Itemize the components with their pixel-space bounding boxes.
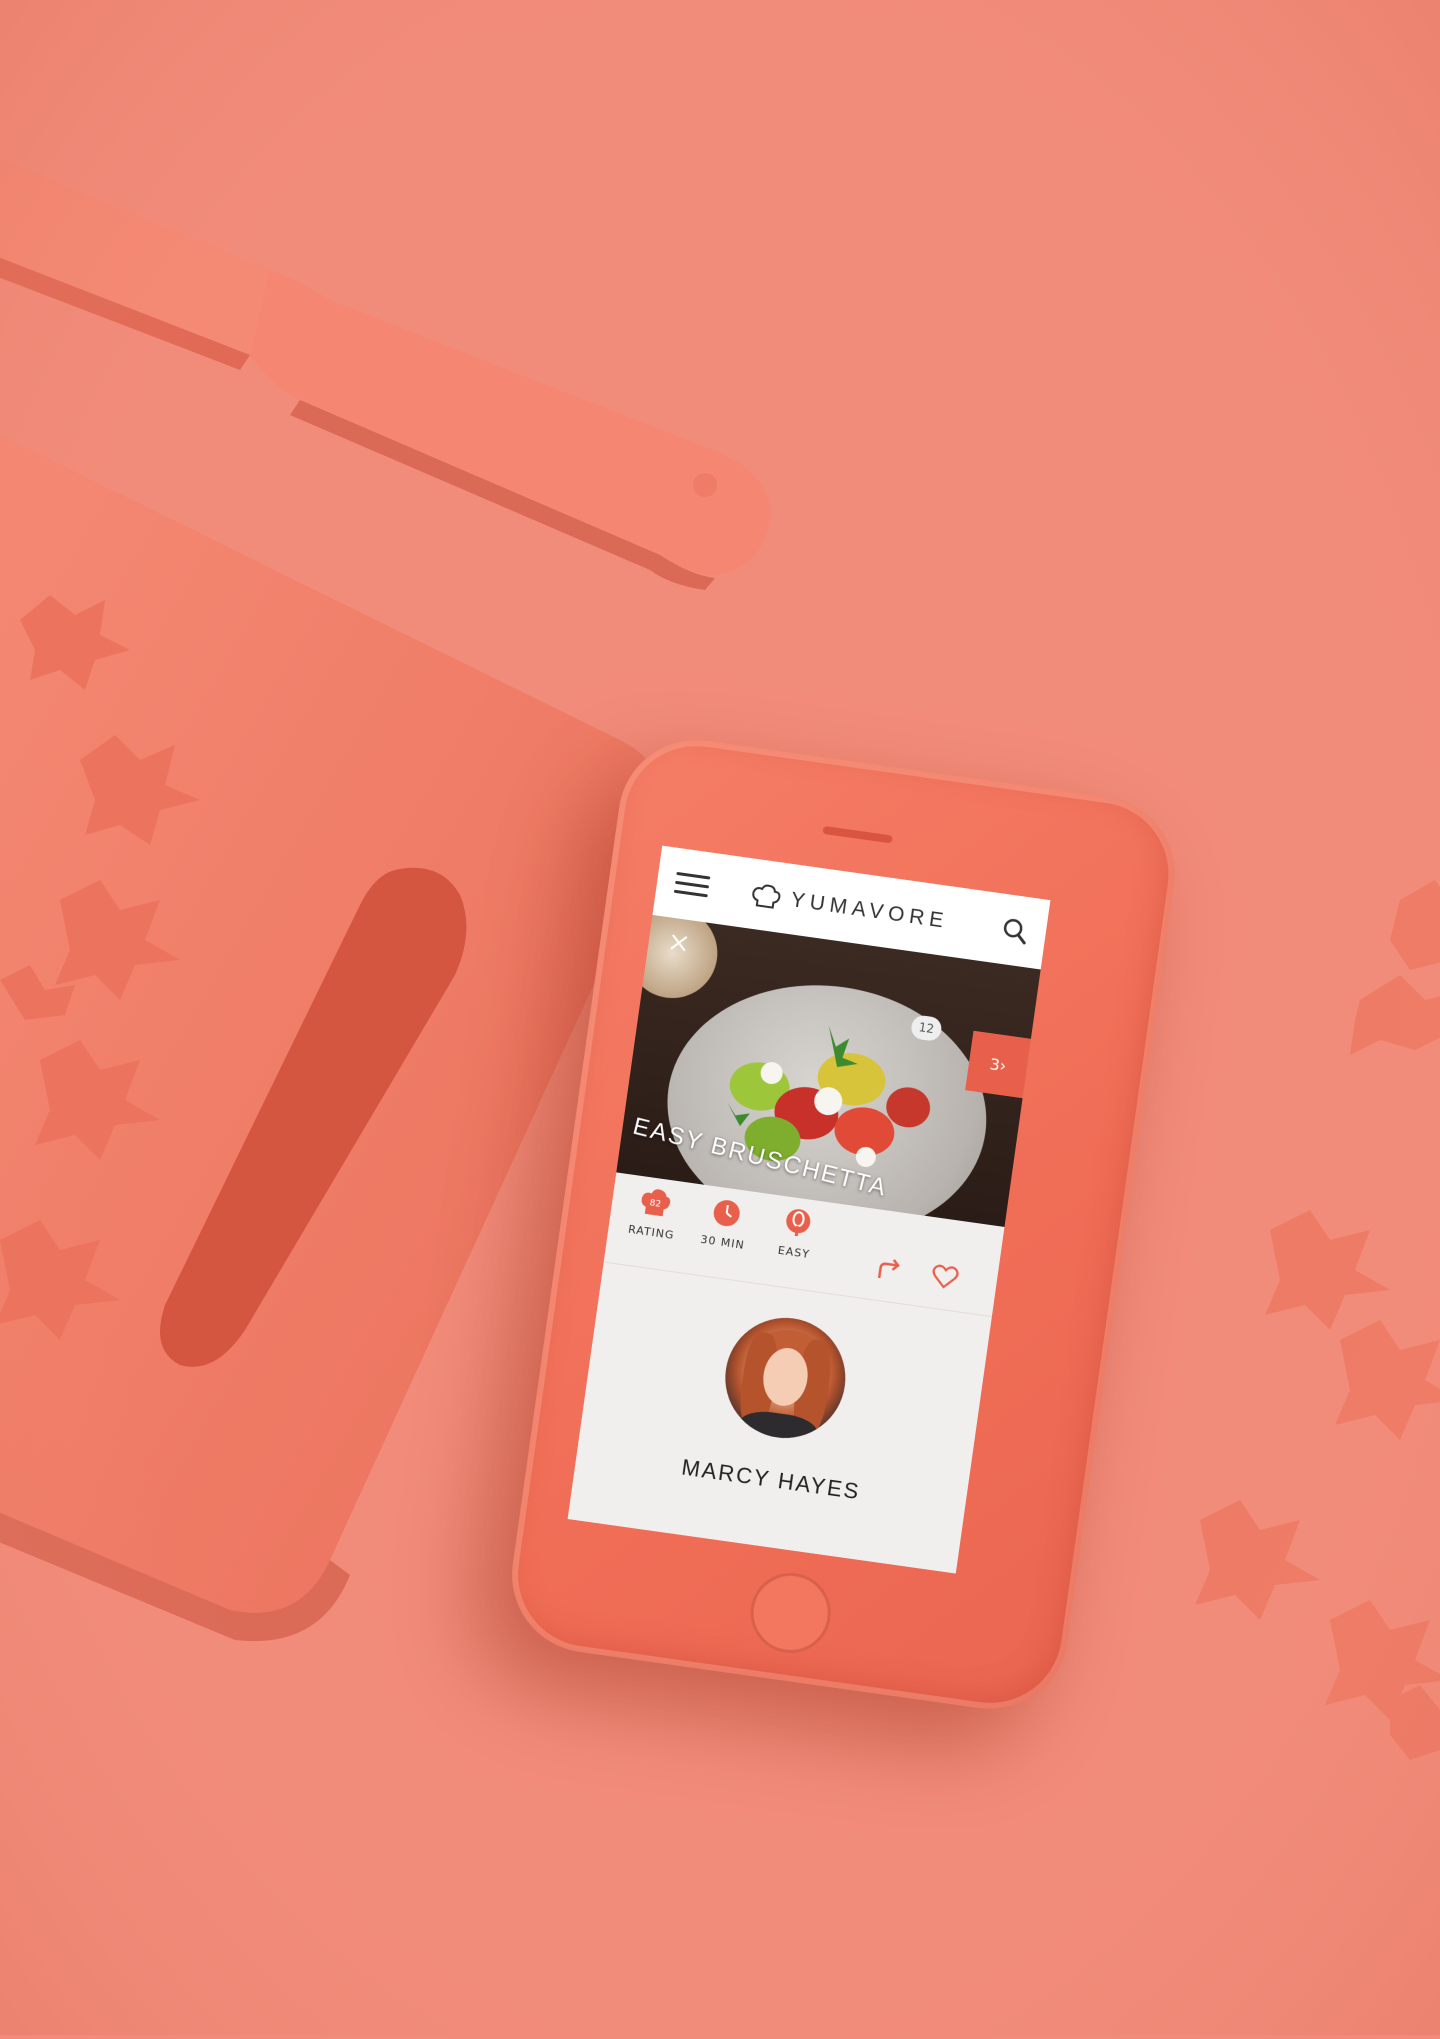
heart-icon[interactable] xyxy=(929,1261,961,1293)
rating-value: 82 xyxy=(649,1198,662,1209)
difficulty-stat: EASY xyxy=(758,1203,834,1263)
brand-name: YUMAVORE xyxy=(789,888,950,934)
rating-label: RATING xyxy=(627,1222,676,1243)
share-icon[interactable] xyxy=(874,1254,906,1286)
avatar[interactable] xyxy=(717,1310,854,1446)
recipe-hero-image[interactable]: 12 3› EASY BRUSCHETTA xyxy=(616,914,1041,1227)
brand-logo[interactable]: YUMAVORE xyxy=(749,881,950,936)
author-profile: MARCY HAYES xyxy=(568,1262,992,1574)
chef-hat-icon: 82 xyxy=(641,1189,671,1217)
time-label: 30 MIN xyxy=(699,1232,746,1252)
time-stat: 30 MIN xyxy=(687,1193,763,1253)
menu-icon[interactable] xyxy=(673,871,711,899)
close-icon[interactable] xyxy=(668,932,691,955)
rating-stat: 82 RATING xyxy=(616,1183,692,1243)
whisk-icon xyxy=(786,1209,811,1237)
author-name: MARCY HAYES xyxy=(680,1454,862,1505)
clock-icon xyxy=(713,1200,740,1227)
chef-hat-icon xyxy=(752,884,781,909)
next-recipe-tab[interactable]: 3› xyxy=(965,1030,1031,1099)
difficulty-label: EASY xyxy=(777,1243,811,1262)
search-icon[interactable] xyxy=(1000,916,1029,945)
